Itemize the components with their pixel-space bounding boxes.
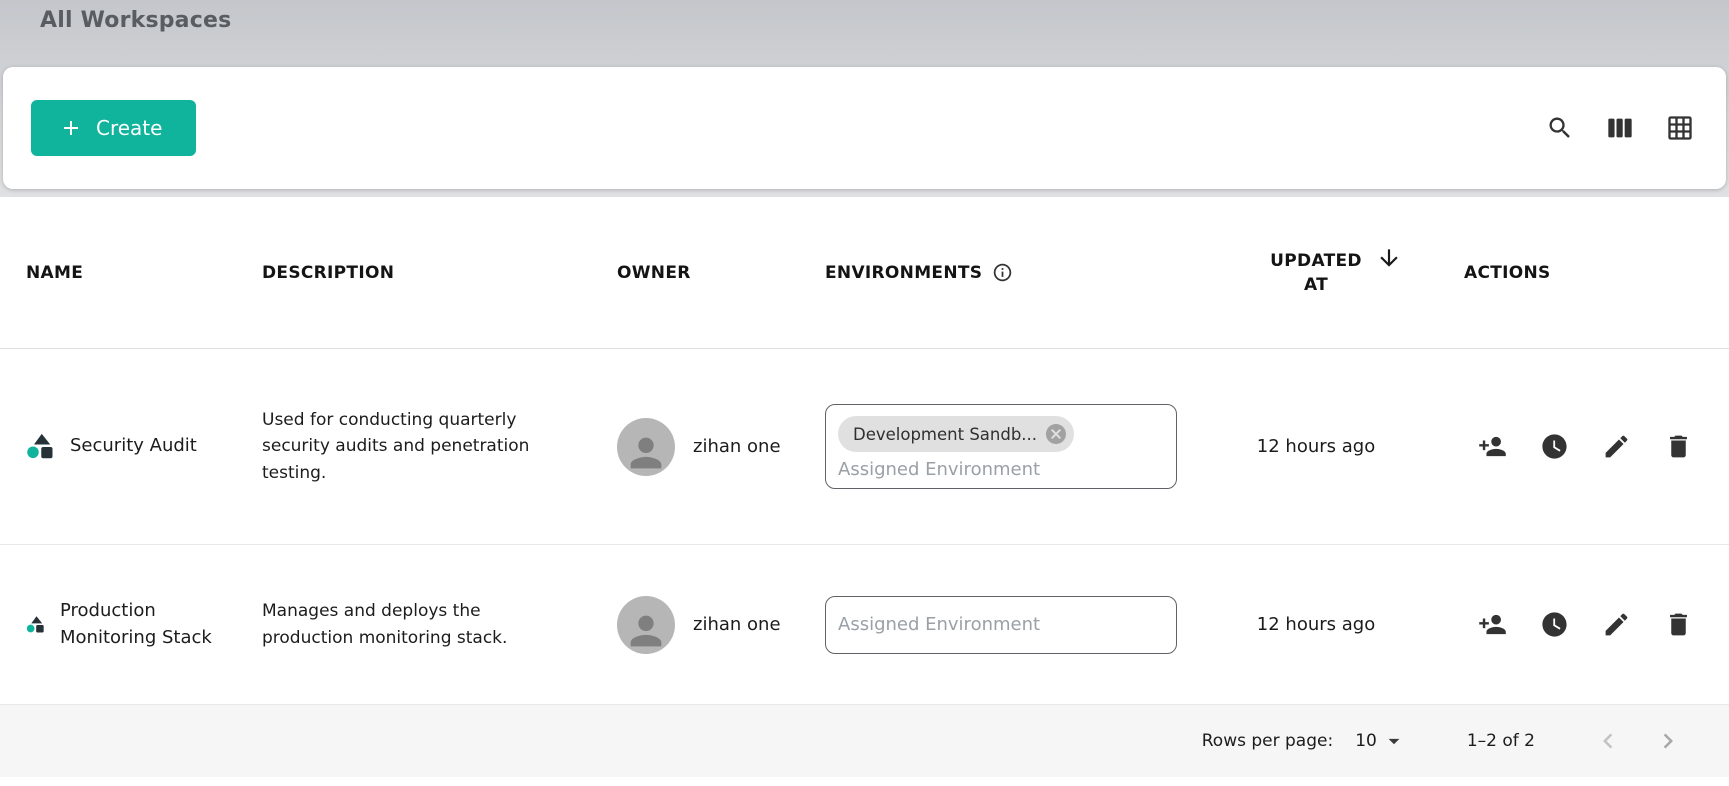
delete-button[interactable]	[1664, 610, 1693, 639]
owner-cell: zihan one	[617, 596, 825, 654]
info-icon[interactable]	[992, 262, 1013, 283]
owner-cell: zihan one	[617, 418, 825, 476]
create-button[interactable]: Create	[31, 100, 196, 156]
table-row: Production Monitoring Stack Manages and …	[0, 545, 1729, 705]
header-owner-label: OWNER	[617, 263, 691, 283]
row-actions	[1446, 610, 1729, 639]
trash-icon	[1664, 610, 1693, 639]
workspace-logo-icon	[26, 432, 56, 462]
person-add-icon	[1478, 432, 1507, 461]
search-icon	[1546, 114, 1574, 142]
history-button[interactable]	[1540, 432, 1569, 461]
add-user-button[interactable]	[1478, 432, 1507, 461]
remove-environment-button[interactable]	[1044, 422, 1068, 446]
search-button[interactable]	[1546, 114, 1574, 142]
workspace-name: Production Monitoring Stack	[60, 598, 248, 650]
assigned-environment-select[interactable]	[825, 596, 1177, 654]
owner-name: zihan one	[693, 436, 781, 457]
pagination-footer: Rows per page: 10 1–2 of 2	[0, 705, 1729, 777]
header-actions: ACTIONS	[1446, 263, 1729, 283]
columns-view-icon	[1606, 114, 1634, 142]
environment-chip[interactable]: Development Sandb...	[838, 416, 1074, 452]
chip-cancel-icon	[1044, 422, 1068, 446]
workspace-name-cell: Security Audit	[26, 432, 262, 462]
workspace-name: Security Audit	[70, 433, 197, 459]
add-user-button[interactable]	[1478, 610, 1507, 639]
header-name: NAME	[26, 263, 262, 283]
page-title: All Workspaces	[40, 8, 1726, 33]
previous-page-button[interactable]	[1593, 726, 1623, 756]
header-name-label: NAME	[26, 263, 83, 283]
updated-at-value: 12 hours ago	[1186, 436, 1446, 457]
environments-cell: Development Sandb...	[825, 404, 1186, 489]
header-owner: OWNER	[617, 263, 825, 283]
workspace-description: Used for conducting quarterly security a…	[262, 407, 617, 486]
toolbar: Create	[3, 67, 1726, 189]
table-row: Security Audit Used for conducting quart…	[0, 349, 1729, 545]
workspace-name-cell: Production Monitoring Stack	[26, 598, 262, 650]
header-actions-label: ACTIONS	[1464, 263, 1551, 283]
person-icon	[623, 430, 669, 476]
pencil-icon	[1602, 432, 1631, 461]
dropdown-caret-icon	[1381, 728, 1407, 754]
clock-icon	[1540, 610, 1569, 639]
history-button[interactable]	[1540, 610, 1569, 639]
header-environments-label: ENVIRONMENTS	[825, 263, 982, 283]
create-button-label: Create	[96, 116, 162, 140]
environment-chip-label: Development Sandb...	[853, 425, 1037, 444]
owner-name: zihan one	[693, 614, 781, 635]
columns-view-button[interactable]	[1606, 114, 1634, 142]
toolbar-view-controls	[1546, 114, 1694, 142]
workspace-description: Manages and deploys the production monit…	[262, 598, 617, 651]
owner-avatar	[617, 596, 675, 654]
header-updated-label-line2: AT	[1304, 275, 1328, 295]
rows-per-page-label: Rows per page:	[1202, 731, 1333, 751]
header-updated-at[interactable]: UPDATED AT	[1186, 251, 1446, 295]
plus-icon	[59, 116, 83, 140]
rows-per-page-select[interactable]: 10	[1355, 728, 1407, 754]
trash-icon	[1664, 432, 1693, 461]
edit-button[interactable]	[1602, 610, 1631, 639]
pagination-range: 1–2 of 2	[1467, 731, 1535, 751]
chevron-right-icon	[1653, 726, 1683, 756]
header-description: DESCRIPTION	[262, 263, 617, 283]
person-icon	[623, 608, 669, 654]
next-page-button[interactable]	[1653, 726, 1683, 756]
pencil-icon	[1602, 610, 1631, 639]
person-add-icon	[1478, 610, 1507, 639]
row-actions	[1446, 432, 1729, 461]
grid-view-icon	[1666, 114, 1694, 142]
delete-button[interactable]	[1664, 432, 1693, 461]
environments-cell	[825, 596, 1186, 654]
grid-view-button[interactable]	[1666, 114, 1694, 142]
assigned-environment-input[interactable]	[838, 459, 1164, 480]
chevron-left-icon	[1593, 726, 1623, 756]
header-environments: ENVIRONMENTS	[825, 262, 1186, 283]
edit-button[interactable]	[1602, 432, 1631, 461]
header-description-label: DESCRIPTION	[262, 263, 394, 283]
page-header-area: All Workspaces Create	[0, 0, 1729, 197]
header-updated-label: UPDATED	[1270, 251, 1362, 271]
rows-per-page-value: 10	[1355, 731, 1377, 751]
assigned-environment-input[interactable]	[838, 614, 1164, 635]
updated-at-value: 12 hours ago	[1186, 614, 1446, 635]
sort-descending-arrow-icon[interactable]	[1376, 245, 1402, 271]
workspace-logo-icon	[26, 615, 46, 635]
clock-icon	[1540, 432, 1569, 461]
owner-avatar	[617, 418, 675, 476]
assigned-environment-select[interactable]: Development Sandb...	[825, 404, 1177, 489]
table-header-row: NAME DESCRIPTION OWNER ENVIRONMENTS UPDA…	[0, 197, 1729, 349]
